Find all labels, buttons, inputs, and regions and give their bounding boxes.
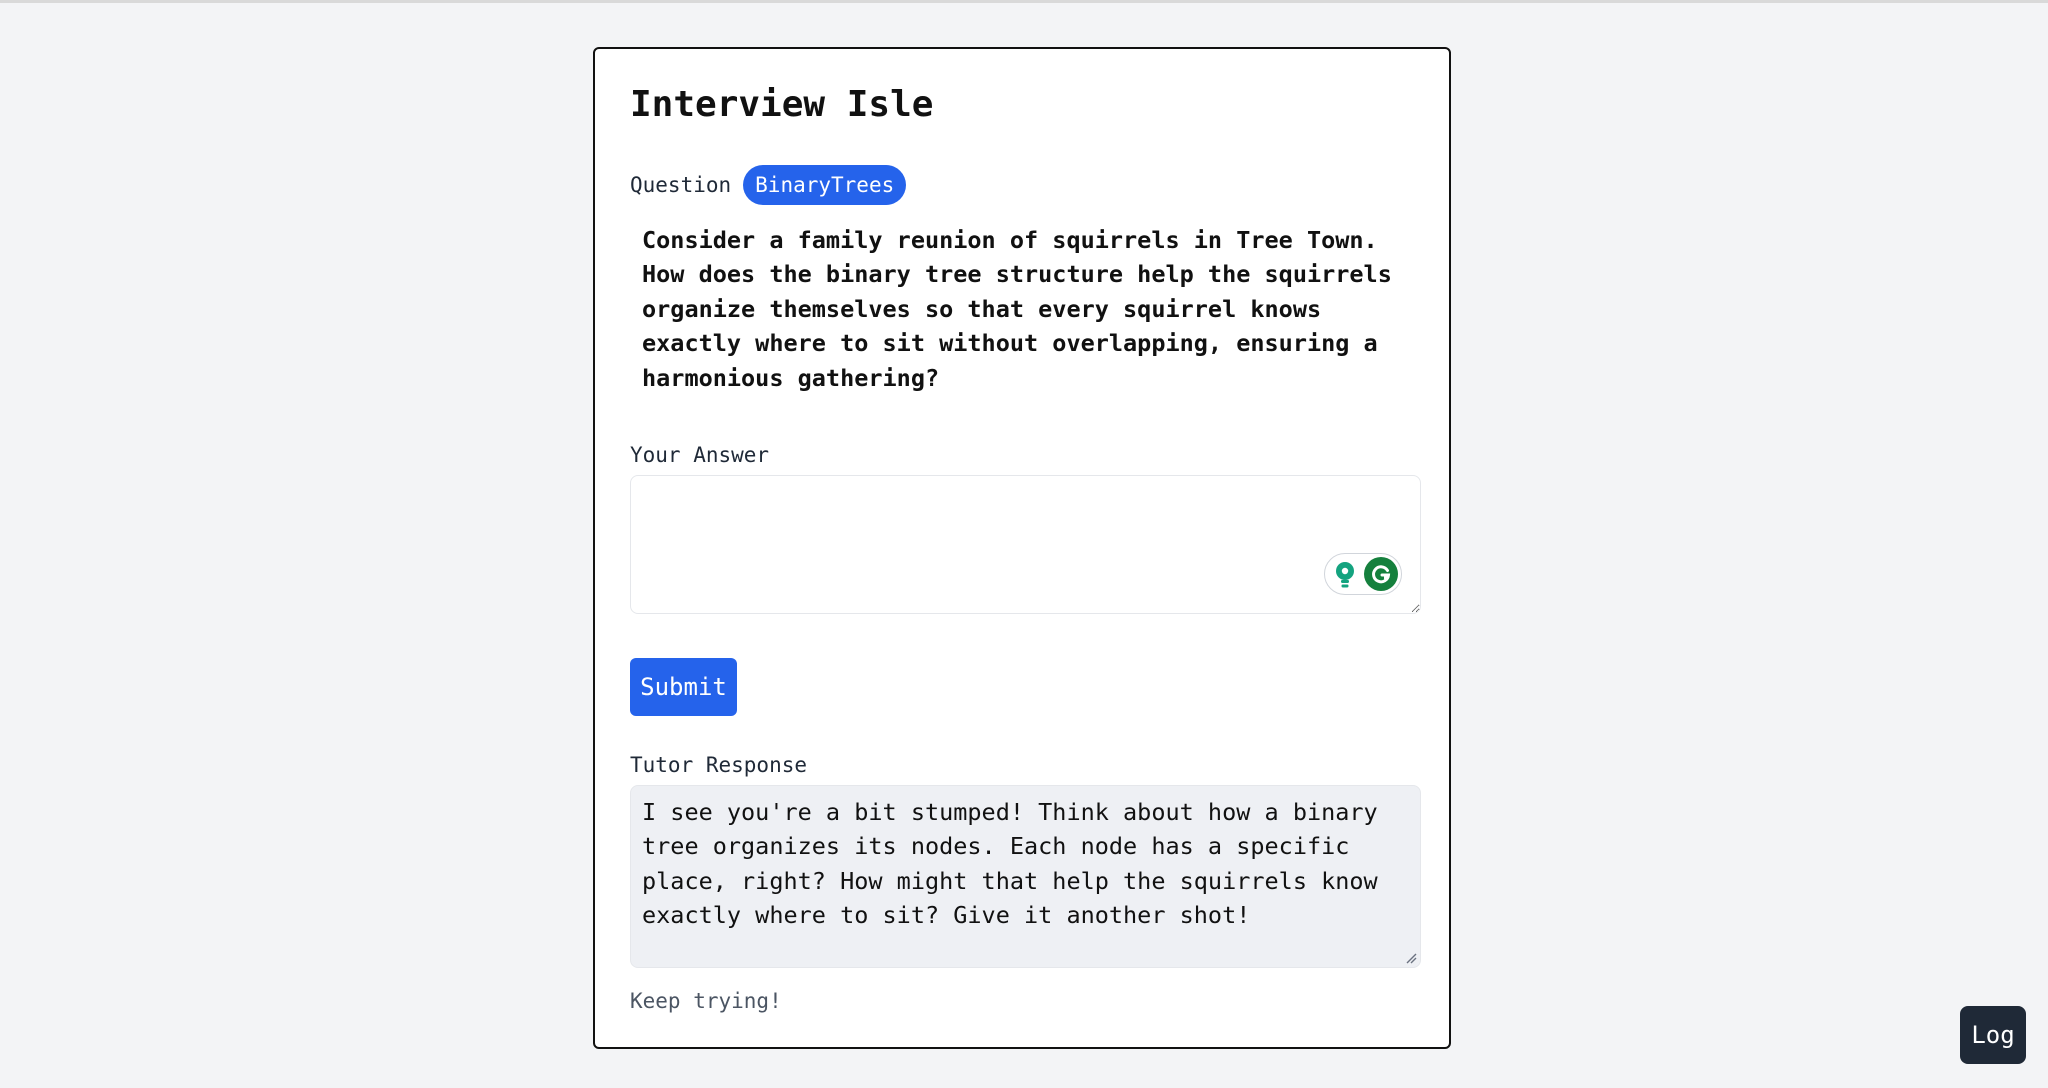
tutor-response-label: Tutor Response	[630, 753, 808, 777]
tutor-response-text: I see you're a bit stumped! Think about …	[642, 798, 1378, 930]
lightbulb-icon[interactable]	[1333, 561, 1357, 589]
resize-grip-icon[interactable]	[1405, 952, 1417, 964]
interview-card: Interview Isle Question BinaryTrees Cons…	[593, 47, 1451, 1049]
log-button[interactable]: Log	[1960, 1006, 2026, 1064]
question-label: Question	[630, 173, 732, 197]
grammarly-g-icon[interactable]	[1364, 557, 1398, 591]
tutor-response-box[interactable]: I see you're a bit stumped! Think about …	[630, 785, 1421, 968]
question-text: Consider a family reunion of squirrels i…	[642, 226, 1392, 392]
status-message: Keep trying!	[630, 989, 782, 1013]
top-border	[0, 0, 2048, 3]
submit-button[interactable]: Submit	[630, 658, 737, 716]
topic-badge: BinaryTrees	[743, 165, 907, 205]
page-title: Interview Isle	[630, 84, 934, 125]
answer-label: Your Answer	[630, 443, 770, 467]
grammarly-widget[interactable]	[1324, 553, 1402, 595]
answer-textarea[interactable]	[630, 475, 1421, 614]
question-header: Question BinaryTrees	[630, 165, 907, 205]
